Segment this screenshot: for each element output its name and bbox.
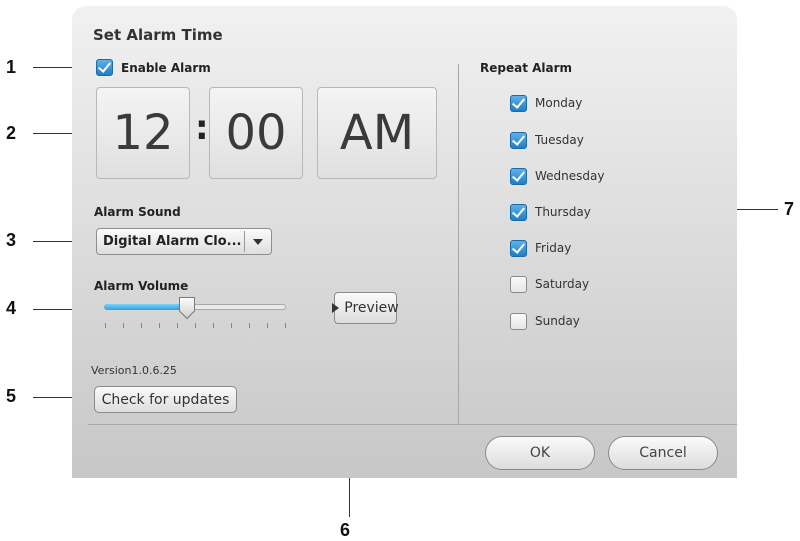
day-label-monday: Monday <box>535 96 583 110</box>
day-checkbox-thursday[interactable] <box>510 204 527 221</box>
callout-6: 6 <box>340 520 351 540</box>
day-checkbox-wednesday[interactable] <box>510 168 527 185</box>
slider-tick <box>159 323 160 328</box>
day-checkbox-monday[interactable] <box>510 95 527 112</box>
cancel-button[interactable]: Cancel <box>608 436 718 470</box>
vertical-divider <box>458 64 459 424</box>
slider-tick <box>231 323 232 328</box>
day-checkbox-sunday[interactable] <box>510 313 527 330</box>
day-label-sunday: Sunday <box>535 314 580 328</box>
day-label-tuesday: Tuesday <box>535 133 584 147</box>
repeat-alarm-label: Repeat Alarm <box>480 61 573 75</box>
slider-tick <box>105 323 106 328</box>
day-label-wednesday: Wednesday <box>535 169 605 183</box>
slider-tick <box>177 323 178 328</box>
dialog-title: Set Alarm Time <box>93 26 223 44</box>
slider-tick <box>285 323 286 328</box>
slider-tick <box>249 323 250 328</box>
callout-3: 3 <box>6 230 17 250</box>
slider-tick <box>123 323 124 328</box>
hour-box[interactable]: 12 <box>96 87 190 179</box>
play-icon <box>332 303 340 313</box>
volume-slider-thumb[interactable] <box>178 296 196 320</box>
alarm-sound-value: Digital Alarm Clo... <box>103 234 242 249</box>
ampm-box[interactable]: AM <box>317 87 437 179</box>
day-label-friday: Friday <box>535 241 572 255</box>
day-checkbox-friday[interactable] <box>510 240 527 257</box>
ok-button[interactable]: OK <box>485 436 595 470</box>
alarm-sound-label: Alarm Sound <box>94 205 181 219</box>
enable-alarm-checkbox[interactable] <box>96 59 113 76</box>
alarm-dialog: Set Alarm Time Enable Alarm 12 : 00 AM A… <box>72 6 737 478</box>
volume-slider-fill <box>104 304 188 310</box>
callout-5: 5 <box>6 386 17 406</box>
check-updates-button[interactable]: Check for updates <box>94 386 237 413</box>
day-checkbox-tuesday[interactable] <box>510 132 527 149</box>
chevron-down-icon[interactable] <box>253 239 263 245</box>
minute-value: 00 <box>225 105 287 161</box>
cancel-label: Cancel <box>639 445 687 461</box>
horizontal-divider <box>88 424 737 425</box>
version-text: Version1.0.6.25 <box>91 364 177 377</box>
ampm-value: AM <box>339 105 415 161</box>
minute-box[interactable]: 00 <box>209 87 303 179</box>
callout-1: 1 <box>6 57 17 77</box>
alarm-sound-dropdown[interactable]: Digital Alarm Clo... <box>96 228 272 255</box>
hour-value: 12 <box>112 105 174 161</box>
dropdown-separator <box>244 231 245 252</box>
callout-2: 2 <box>6 123 17 143</box>
alarm-volume-label: Alarm Volume <box>94 279 189 293</box>
day-label-thursday: Thursday <box>535 205 591 219</box>
preview-button[interactable]: Preview <box>332 292 399 324</box>
callout-4: 4 <box>6 298 17 318</box>
day-label-saturday: Saturday <box>535 277 590 291</box>
preview-label: Preview <box>344 300 399 316</box>
enable-alarm-label: Enable Alarm <box>121 61 211 75</box>
callout-7: 7 <box>784 199 795 219</box>
slider-tick <box>267 323 268 328</box>
slider-tick <box>195 323 196 328</box>
time-separator: : <box>195 108 209 148</box>
slider-tick <box>213 323 214 328</box>
check-updates-label: Check for updates <box>101 391 230 408</box>
ok-label: OK <box>529 445 551 461</box>
day-checkbox-saturday[interactable] <box>510 276 527 293</box>
slider-tick <box>141 323 142 328</box>
